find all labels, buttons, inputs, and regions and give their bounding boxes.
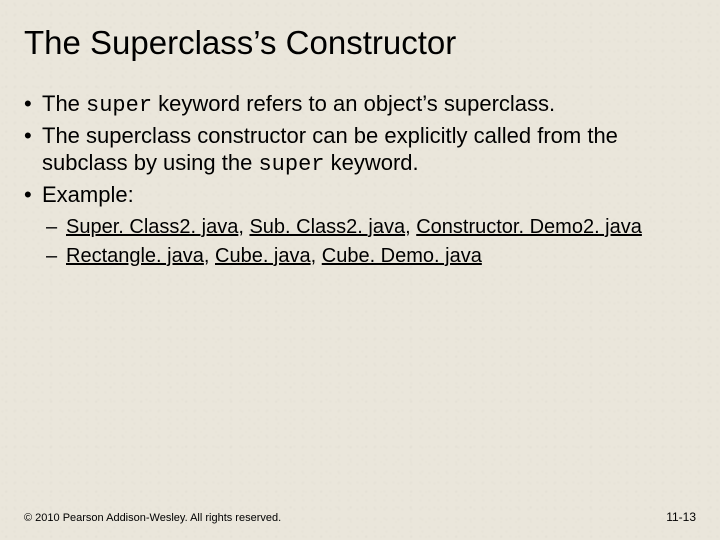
file-link[interactable]: Super. Class2. java (66, 216, 238, 238)
sub-item: Super. Class2. java, Sub. Class2. java, … (66, 214, 696, 241)
keyword-super: super (258, 152, 324, 177)
slide-title: The Superclass’s Constructor (24, 24, 696, 62)
sub-list: Super. Class2. java, Sub. Class2. java, … (42, 214, 696, 270)
bullet-text-post: keyword. (324, 150, 418, 175)
bullet-item: Example: Super. Class2. java, Sub. Class… (42, 181, 696, 271)
file-link[interactable]: Sub. Class2. java (249, 216, 405, 238)
bullet-item: The super keyword refers to an object’s … (42, 90, 696, 120)
bullet-text-pre: The (42, 91, 86, 116)
separator: , (204, 245, 215, 267)
copyright-text: © 2010 Pearson Addison-Wesley. All right… (24, 512, 281, 524)
separator: , (311, 245, 322, 267)
file-link[interactable]: Cube. Demo. java (322, 245, 482, 267)
file-link[interactable]: Rectangle. java (66, 245, 204, 267)
separator: , (238, 216, 249, 238)
file-link[interactable]: Cube. java (215, 245, 311, 267)
separator: , (405, 216, 416, 238)
slide: The Superclass’s Constructor The super k… (0, 0, 720, 540)
keyword-super: super (86, 93, 152, 118)
bullet-text-pre: Example: (42, 182, 134, 207)
bullet-list: The super keyword refers to an object’s … (24, 90, 696, 270)
file-link[interactable]: Constructor. Demo2. java (416, 216, 642, 238)
page-number: 11-13 (666, 510, 696, 524)
bullet-item: The superclass constructor can be explic… (42, 122, 696, 179)
bullet-text-post: keyword refers to an object’s superclass… (152, 91, 555, 116)
sub-item: Rectangle. java, Cube. java, Cube. Demo.… (66, 243, 696, 270)
